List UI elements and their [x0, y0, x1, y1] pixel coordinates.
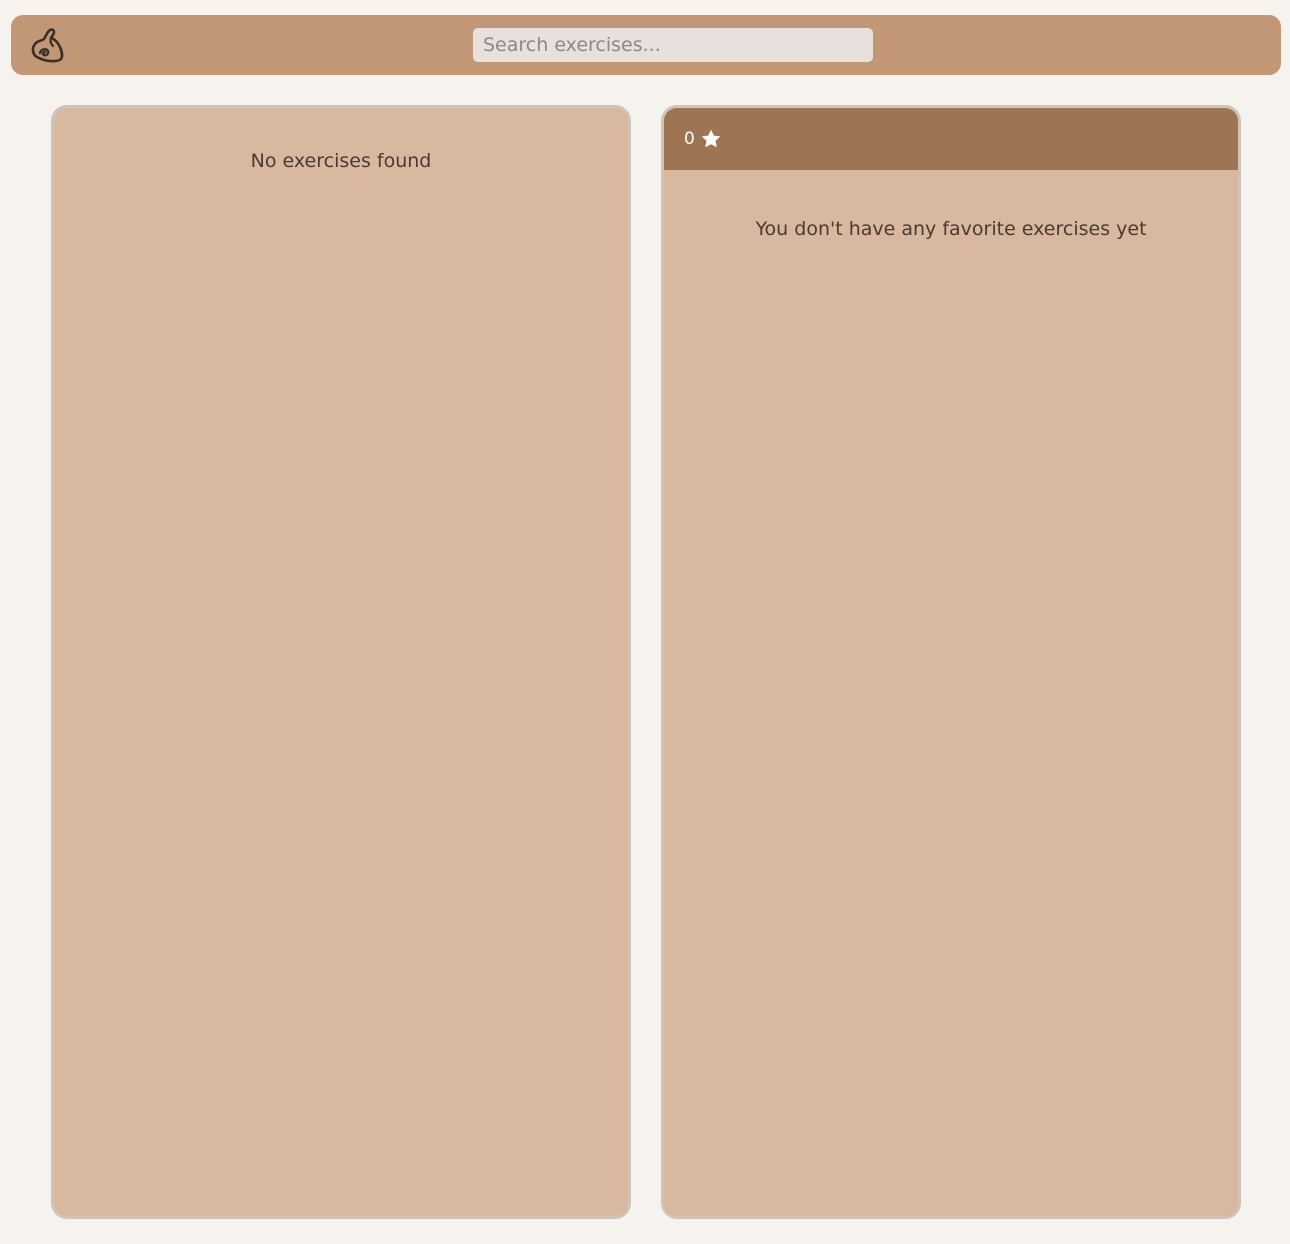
search-input[interactable]: [473, 28, 873, 62]
exercise-list-panel: No exercises found: [51, 105, 631, 1219]
favorites-panel: 0 You don't have any favorite exercises …: [661, 105, 1241, 1219]
favorites-count: 0: [684, 129, 695, 149]
no-exercises-message: No exercises found: [250, 150, 432, 172]
top-navbar: [11, 15, 1281, 75]
flexed-bicep-icon[interactable]: [27, 25, 69, 67]
star-icon: [701, 129, 721, 149]
no-favorites-message: You don't have any favorite exercises ye…: [755, 218, 1147, 240]
favorites-header: 0: [664, 108, 1238, 170]
